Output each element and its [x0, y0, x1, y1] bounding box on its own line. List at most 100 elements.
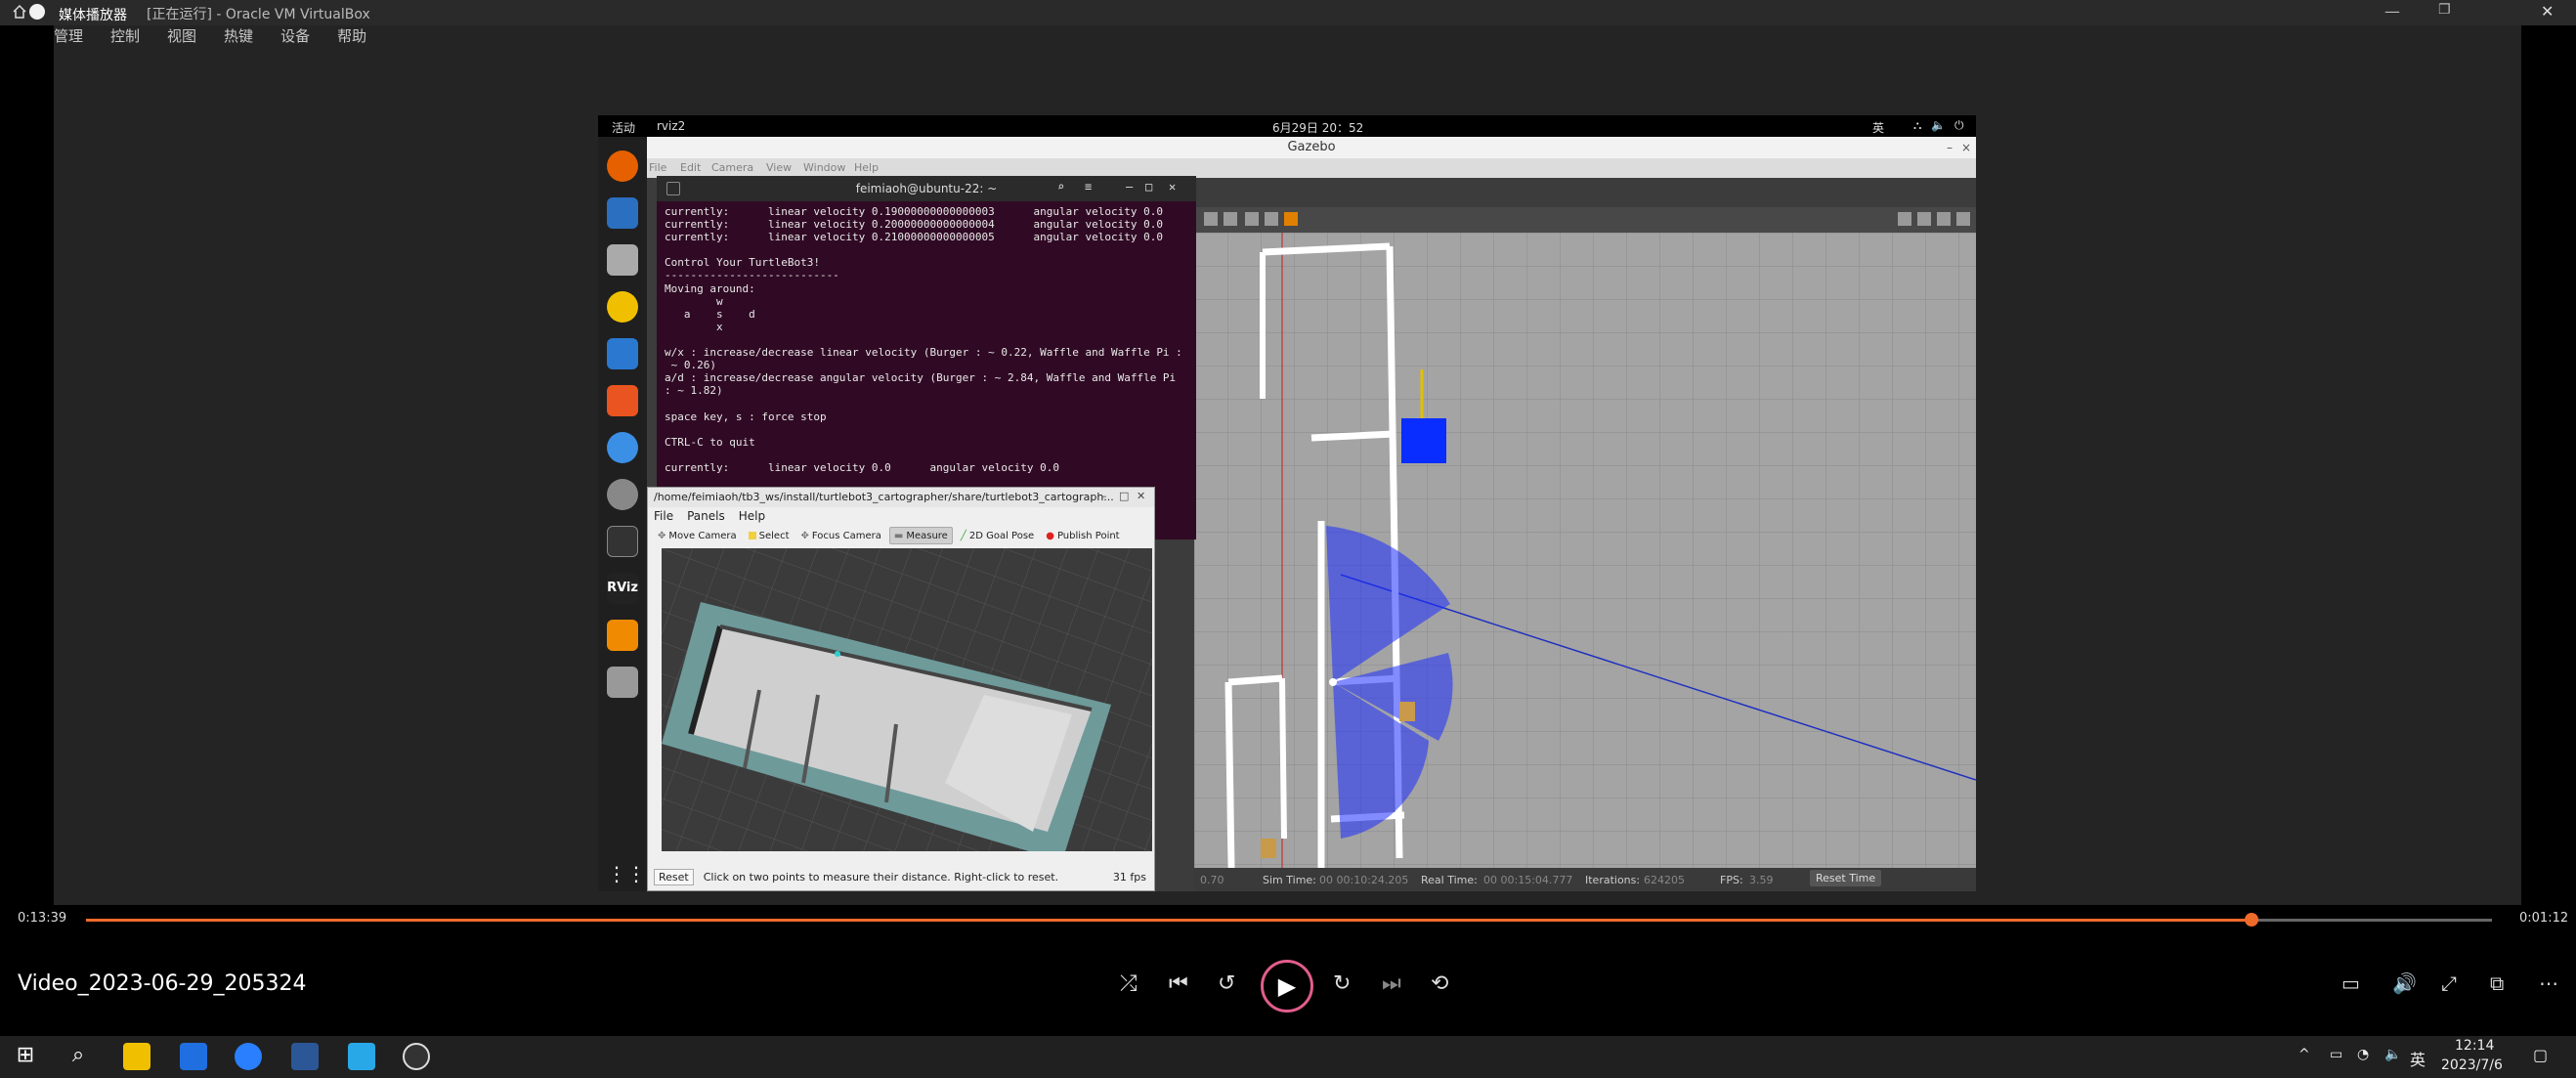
chat-icon[interactable]	[607, 479, 638, 510]
copy-icon[interactable]	[1204, 212, 1218, 226]
minimize-icon[interactable]: —	[2384, 2, 2400, 21]
vbox-menu-item[interactable]: 管理	[54, 25, 83, 47]
search-icon[interactable]: ⌕	[64, 1043, 92, 1070]
writer-icon[interactable]	[607, 338, 638, 369]
new-tab-icon[interactable]	[666, 182, 680, 195]
vbox-menu-item[interactable]: 热键	[224, 25, 253, 47]
activities-button[interactable]: 活动	[612, 119, 635, 136]
terminal-minimize-icon[interactable]: –	[1126, 180, 1133, 194]
help-icon[interactable]	[607, 432, 638, 463]
vbox-menu-item[interactable]: 控制	[110, 25, 140, 47]
forward-30-icon[interactable]: ↻	[1333, 971, 1351, 996]
gazebo-menu-item[interactable]: Window	[803, 161, 845, 174]
file-explorer-icon[interactable]	[123, 1043, 150, 1070]
power-icon[interactable]: ⏻	[1954, 118, 1964, 133]
measure-tool[interactable]: ▬ Measure	[888, 527, 953, 544]
gazebo-menu-item[interactable]: Help	[854, 161, 879, 174]
ime-indicator[interactable]: 英	[2410, 1047, 2426, 1070]
fullscreen-icon[interactable]: ⤢	[2441, 971, 2457, 995]
gazebo-icon[interactable]	[607, 620, 638, 651]
repeat-off-icon[interactable]: ⟲	[1431, 971, 1448, 996]
video-icon[interactable]	[1956, 212, 1970, 226]
gazebo-menu-item[interactable]: View	[766, 161, 792, 174]
app-center-icon[interactable]	[607, 385, 638, 416]
align-icon[interactable]	[1245, 212, 1259, 226]
plot-icon[interactable]	[1937, 212, 1951, 226]
taskbar-time[interactable]: 12:14	[2455, 1038, 2494, 1054]
home-icon[interactable]	[12, 4, 27, 20]
vbox-menu-item[interactable]: 帮助	[337, 25, 366, 47]
ime-indicator[interactable]: 英	[1872, 119, 1884, 136]
rviz-maximize-icon[interactable]: □	[1119, 490, 1129, 502]
search-icon[interactable]: ⌕	[1057, 180, 1064, 194]
app-icon-k[interactable]	[235, 1043, 262, 1070]
mini-view-icon[interactable]: ⧉	[2490, 971, 2504, 995]
media-player-taskbar-icon[interactable]	[403, 1043, 430, 1070]
firefox-icon[interactable]	[607, 151, 638, 182]
start-icon[interactable]: ⊞	[12, 1043, 39, 1070]
seek-track[interactable]	[86, 913, 2492, 927]
battery-icon[interactable]: ▭	[2330, 1047, 2342, 1062]
focus-camera-tool[interactable]: ✥ Focus Camera	[797, 527, 885, 544]
gazebo-minimize-icon[interactable]: –	[1947, 141, 1953, 154]
select-tool[interactable]: Select	[745, 527, 794, 544]
vbox-menu-item[interactable]: 设备	[280, 25, 310, 47]
rviz-menu-help[interactable]: Help	[739, 509, 765, 523]
snap-icon[interactable]	[1265, 212, 1278, 226]
clock[interactable]: 6月29日 20：52	[1272, 119, 1363, 136]
tray-chevron-icon[interactable]: ^	[2298, 1047, 2310, 1062]
show-apps-icon[interactable]: ⋮⋮⋮	[607, 862, 665, 891]
gazebo-3d-view[interactable]	[1194, 233, 1976, 868]
rviz-3d-view[interactable]	[662, 548, 1152, 851]
gazebo-menu-item[interactable]: Camera	[711, 161, 753, 174]
seek-thumb[interactable]	[2244, 913, 2258, 927]
subtitles-icon[interactable]: ▭	[2341, 971, 2360, 995]
word-icon[interactable]	[291, 1043, 319, 1070]
play-button[interactable]: ▶	[1261, 960, 1313, 1013]
chat-app-icon[interactable]	[348, 1043, 375, 1070]
goal-pose-tool[interactable]: ╱ 2D Goal Pose	[957, 527, 1038, 544]
trash-icon[interactable]	[607, 667, 638, 698]
network-icon[interactable]: ⛬	[1913, 118, 1921, 133]
terminal-icon[interactable]	[607, 526, 638, 557]
volume-icon[interactable]: 🔈	[1931, 118, 1946, 132]
notification-icon[interactable]: ▢	[2533, 1046, 2548, 1064]
next-icon[interactable]: ⏭	[1382, 971, 1401, 996]
gazebo-close-icon[interactable]: ×	[1961, 141, 1971, 154]
color-icon[interactable]	[1284, 212, 1298, 226]
speaker-icon[interactable]: 🔈	[2384, 1047, 2401, 1062]
move-camera-tool[interactable]: ✥ Move Camera	[654, 527, 741, 544]
taskbar-date[interactable]: 2023/7/6	[2441, 1057, 2503, 1073]
app-icon-blue[interactable]	[180, 1043, 207, 1070]
shuffle-icon[interactable]: ⤮	[1120, 971, 1138, 996]
previous-icon[interactable]: ⏮	[1169, 971, 1188, 996]
more-icon[interactable]: ⋯	[2539, 971, 2558, 995]
rviz-minimize-icon[interactable]: –	[1101, 490, 1107, 502]
thunderbird-icon[interactable]	[607, 197, 638, 229]
wifi-icon[interactable]: ◔	[2357, 1047, 2369, 1062]
close-icon[interactable]: ✕	[2541, 2, 2554, 21]
screenshot-icon[interactable]	[1898, 212, 1911, 226]
rhythmbox-icon[interactable]	[607, 291, 638, 323]
restore-icon[interactable]: ❐	[2438, 2, 2451, 18]
app-indicator[interactable]: rviz2	[657, 119, 685, 133]
publish-point-tool[interactable]: ● Publish Point	[1042, 527, 1123, 544]
terminal-maximize-icon[interactable]: □	[1145, 180, 1152, 194]
volume-icon[interactable]: 🔊	[2392, 971, 2417, 995]
log-icon[interactable]	[1917, 212, 1931, 226]
terminal-close-icon[interactable]: ✕	[1169, 180, 1176, 194]
paste-icon[interactable]	[1224, 212, 1237, 226]
rewind-10-icon[interactable]: ↺	[1218, 971, 1235, 996]
rviz-reset-button[interactable]: Reset	[654, 868, 694, 885]
menu-icon[interactable]: ≡	[1085, 180, 1092, 194]
gazebo-menu-item[interactable]: Edit	[680, 161, 701, 174]
rviz-menu-file[interactable]: File	[654, 509, 673, 523]
rviz-menu-panels[interactable]: Panels	[687, 509, 725, 523]
rviz-icon[interactable]: RViz	[607, 573, 638, 604]
rviz-close-icon[interactable]: ✕	[1137, 490, 1145, 502]
files-icon[interactable]	[607, 244, 638, 276]
reset-time-button[interactable]: Reset Time	[1810, 870, 1882, 886]
gazebo-menu-item[interactable]: File	[649, 161, 666, 174]
terminal-line: a/d : increase/decrease angular velocity…	[665, 371, 1177, 385]
vbox-menu-item[interactable]: 视图	[167, 25, 196, 47]
